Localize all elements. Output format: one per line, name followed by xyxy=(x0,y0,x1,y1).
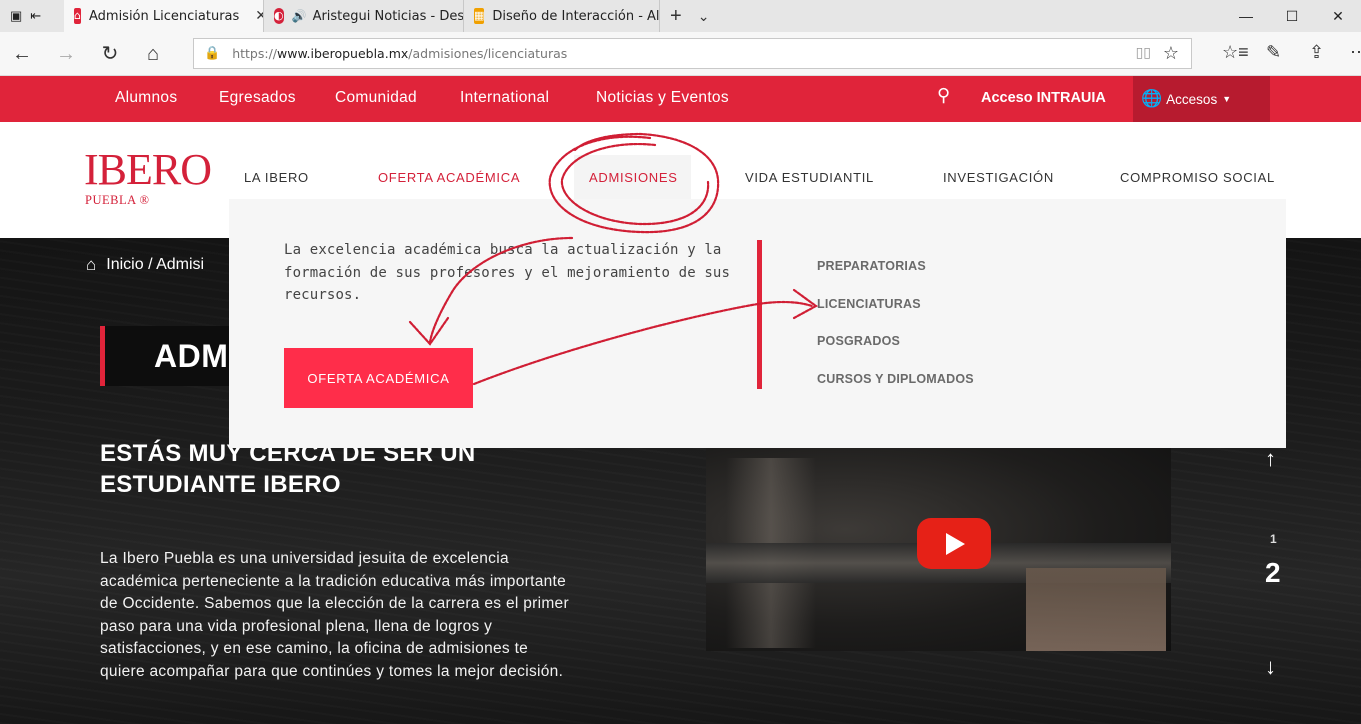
nav-investigacion[interactable]: INVESTIGACIÓN xyxy=(943,170,1054,185)
back-icon[interactable]: ← xyxy=(8,41,36,67)
dropdown-separator xyxy=(757,240,762,389)
tab-aristegui[interactable]: ◐ 🔊 Aristegui Noticias - Des xyxy=(264,0,464,32)
nav-compromiso-social[interactable]: COMPROMISO SOCIAL xyxy=(1120,170,1275,185)
breadcrumb-text[interactable]: Inicio / Admisi xyxy=(106,256,204,274)
intrauia-link[interactable]: Acceso INTRAUIA xyxy=(981,90,1106,106)
nav-admisiones[interactable]: ADMISIONES xyxy=(589,170,678,185)
nav-la-ibero[interactable]: LA IBERO xyxy=(244,170,309,185)
topbar-link-comunidad[interactable]: Comunidad xyxy=(335,89,417,107)
arrow-down-icon[interactable]: ↓ xyxy=(1265,654,1276,680)
dropdown-link-licenciaturas[interactable]: LICENCIATURAS xyxy=(817,297,921,311)
reading-view-icon[interactable]: ▯▯ xyxy=(1136,45,1151,61)
topbar-link-alumnos[interactable]: Alumnos xyxy=(115,89,177,107)
caret-down-icon: ▼ xyxy=(1222,94,1232,104)
favorite-star-icon[interactable]: ☆ xyxy=(1163,43,1179,64)
window-controls: — ☐ ✕ xyxy=(1223,0,1361,32)
tab-manager-icon[interactable]: ▣ xyxy=(10,8,22,24)
ibero-favicon-icon: ⌂ xyxy=(74,8,81,24)
pager-previous[interactable]: 1 xyxy=(1270,532,1277,546)
ibero-logo-subtitle: PUEBLA ® xyxy=(85,193,150,207)
share-icon[interactable]: ⇪ xyxy=(1309,42,1324,63)
topbar-link-noticias[interactable]: Noticias y Eventos xyxy=(596,89,729,107)
url-path: /admisiones/licenciaturas xyxy=(408,46,568,61)
tab-tools: ▣ ⇤ xyxy=(0,0,64,32)
hero-paragraph: La Ibero Puebla es una universidad jesui… xyxy=(100,550,569,680)
page-title: ADM xyxy=(154,338,229,374)
forward-icon[interactable]: → xyxy=(52,41,80,67)
nav-oferta-academica[interactable]: OFERTA ACADÉMICA xyxy=(378,170,520,185)
dropdown-link-cursos[interactable]: CURSOS Y DIPLOMADOS xyxy=(817,372,974,386)
oferta-academica-button[interactable]: OFERTA ACADÉMICA xyxy=(284,348,473,408)
tab-title: Aristegui Noticias - Des xyxy=(312,8,464,24)
url-host: www.iberopuebla.mx xyxy=(277,46,409,61)
youtube-play-icon[interactable] xyxy=(917,518,991,569)
tab-admision[interactable]: ⌂ Admisión Licenciaturas ✕ xyxy=(64,0,264,32)
search-icon[interactable]: ⚲ xyxy=(937,85,950,106)
close-tab-icon[interactable]: ✕ xyxy=(255,8,263,24)
close-window-icon[interactable]: ✕ xyxy=(1315,0,1361,32)
maximize-icon[interactable]: ☐ xyxy=(1269,0,1315,32)
pen-icon[interactable]: ✎ xyxy=(1266,42,1281,63)
topbar-link-egresados[interactable]: Egresados xyxy=(219,89,296,107)
tab-title: Diseño de Interacción - All I xyxy=(492,8,660,24)
accesos-label: Accesos xyxy=(1166,91,1218,107)
favorites-hub-icon[interactable]: ☆≡ xyxy=(1222,42,1249,63)
more-icon[interactable]: ⋯ xyxy=(1350,42,1361,63)
arrow-up-icon[interactable]: ↑ xyxy=(1265,446,1276,472)
dropdown-link-posgrados[interactable]: POSGRADOS xyxy=(817,334,900,348)
tab-diseno[interactable]: ▦ Diseño de Interacción - All I xyxy=(464,0,660,32)
ibero-logo[interactable]: IBERO xyxy=(84,148,212,192)
home-icon[interactable]: ⌂ xyxy=(86,255,96,275)
globe-icon: 🌐 xyxy=(1141,89,1163,108)
browser-tab-bar: ▣ ⇤ ⌂ Admisión Licenciaturas ✕ ◐ 🔊 Arist… xyxy=(0,0,1361,32)
set-aside-tabs-icon[interactable]: ⇤ xyxy=(30,8,41,24)
refresh-icon[interactable]: ↻ xyxy=(96,41,124,67)
aristegui-favicon-icon: ◐ xyxy=(274,8,284,24)
site-top-bar: Alumnos Egresados Comunidad Internationa… xyxy=(0,76,1361,122)
url-field[interactable]: 🔒 https:// www.iberopuebla.mx /admisione… xyxy=(193,38,1192,69)
dropdown-description: La excelencia académica busca la actuali… xyxy=(284,242,731,304)
breadcrumb: ⌂ Inicio / Admisi xyxy=(86,255,204,275)
tab-title: Admisión Licenciaturas xyxy=(88,8,240,24)
lock-icon: 🔒 xyxy=(204,46,221,61)
dropdown-link-preparatorias[interactable]: PREPARATORIAS xyxy=(817,259,926,273)
sound-playing-icon[interactable]: 🔊 xyxy=(292,9,307,23)
topbar-link-international[interactable]: International xyxy=(460,89,549,107)
video-frame-detail xyxy=(1026,568,1166,651)
accesos-dropdown[interactable]: 🌐 Accesos ▼ xyxy=(1133,76,1270,122)
minimize-icon[interactable]: — xyxy=(1223,0,1269,32)
folder-favicon-icon: ▦ xyxy=(474,8,485,24)
nav-vida-estudiantil[interactable]: VIDA ESTUDIANTIL xyxy=(745,170,874,185)
address-toolbar: ← → ↻ ⌂ 🔒 https:// www.iberopuebla.mx /a… xyxy=(0,32,1361,76)
url-prefix: https:// xyxy=(232,46,277,61)
home-icon[interactable]: ⌂ xyxy=(139,41,167,67)
chevron-down-icon[interactable]: ⌄ xyxy=(692,0,716,32)
pager-current[interactable]: 2 xyxy=(1265,557,1281,589)
new-tab-icon[interactable]: + xyxy=(660,0,692,32)
